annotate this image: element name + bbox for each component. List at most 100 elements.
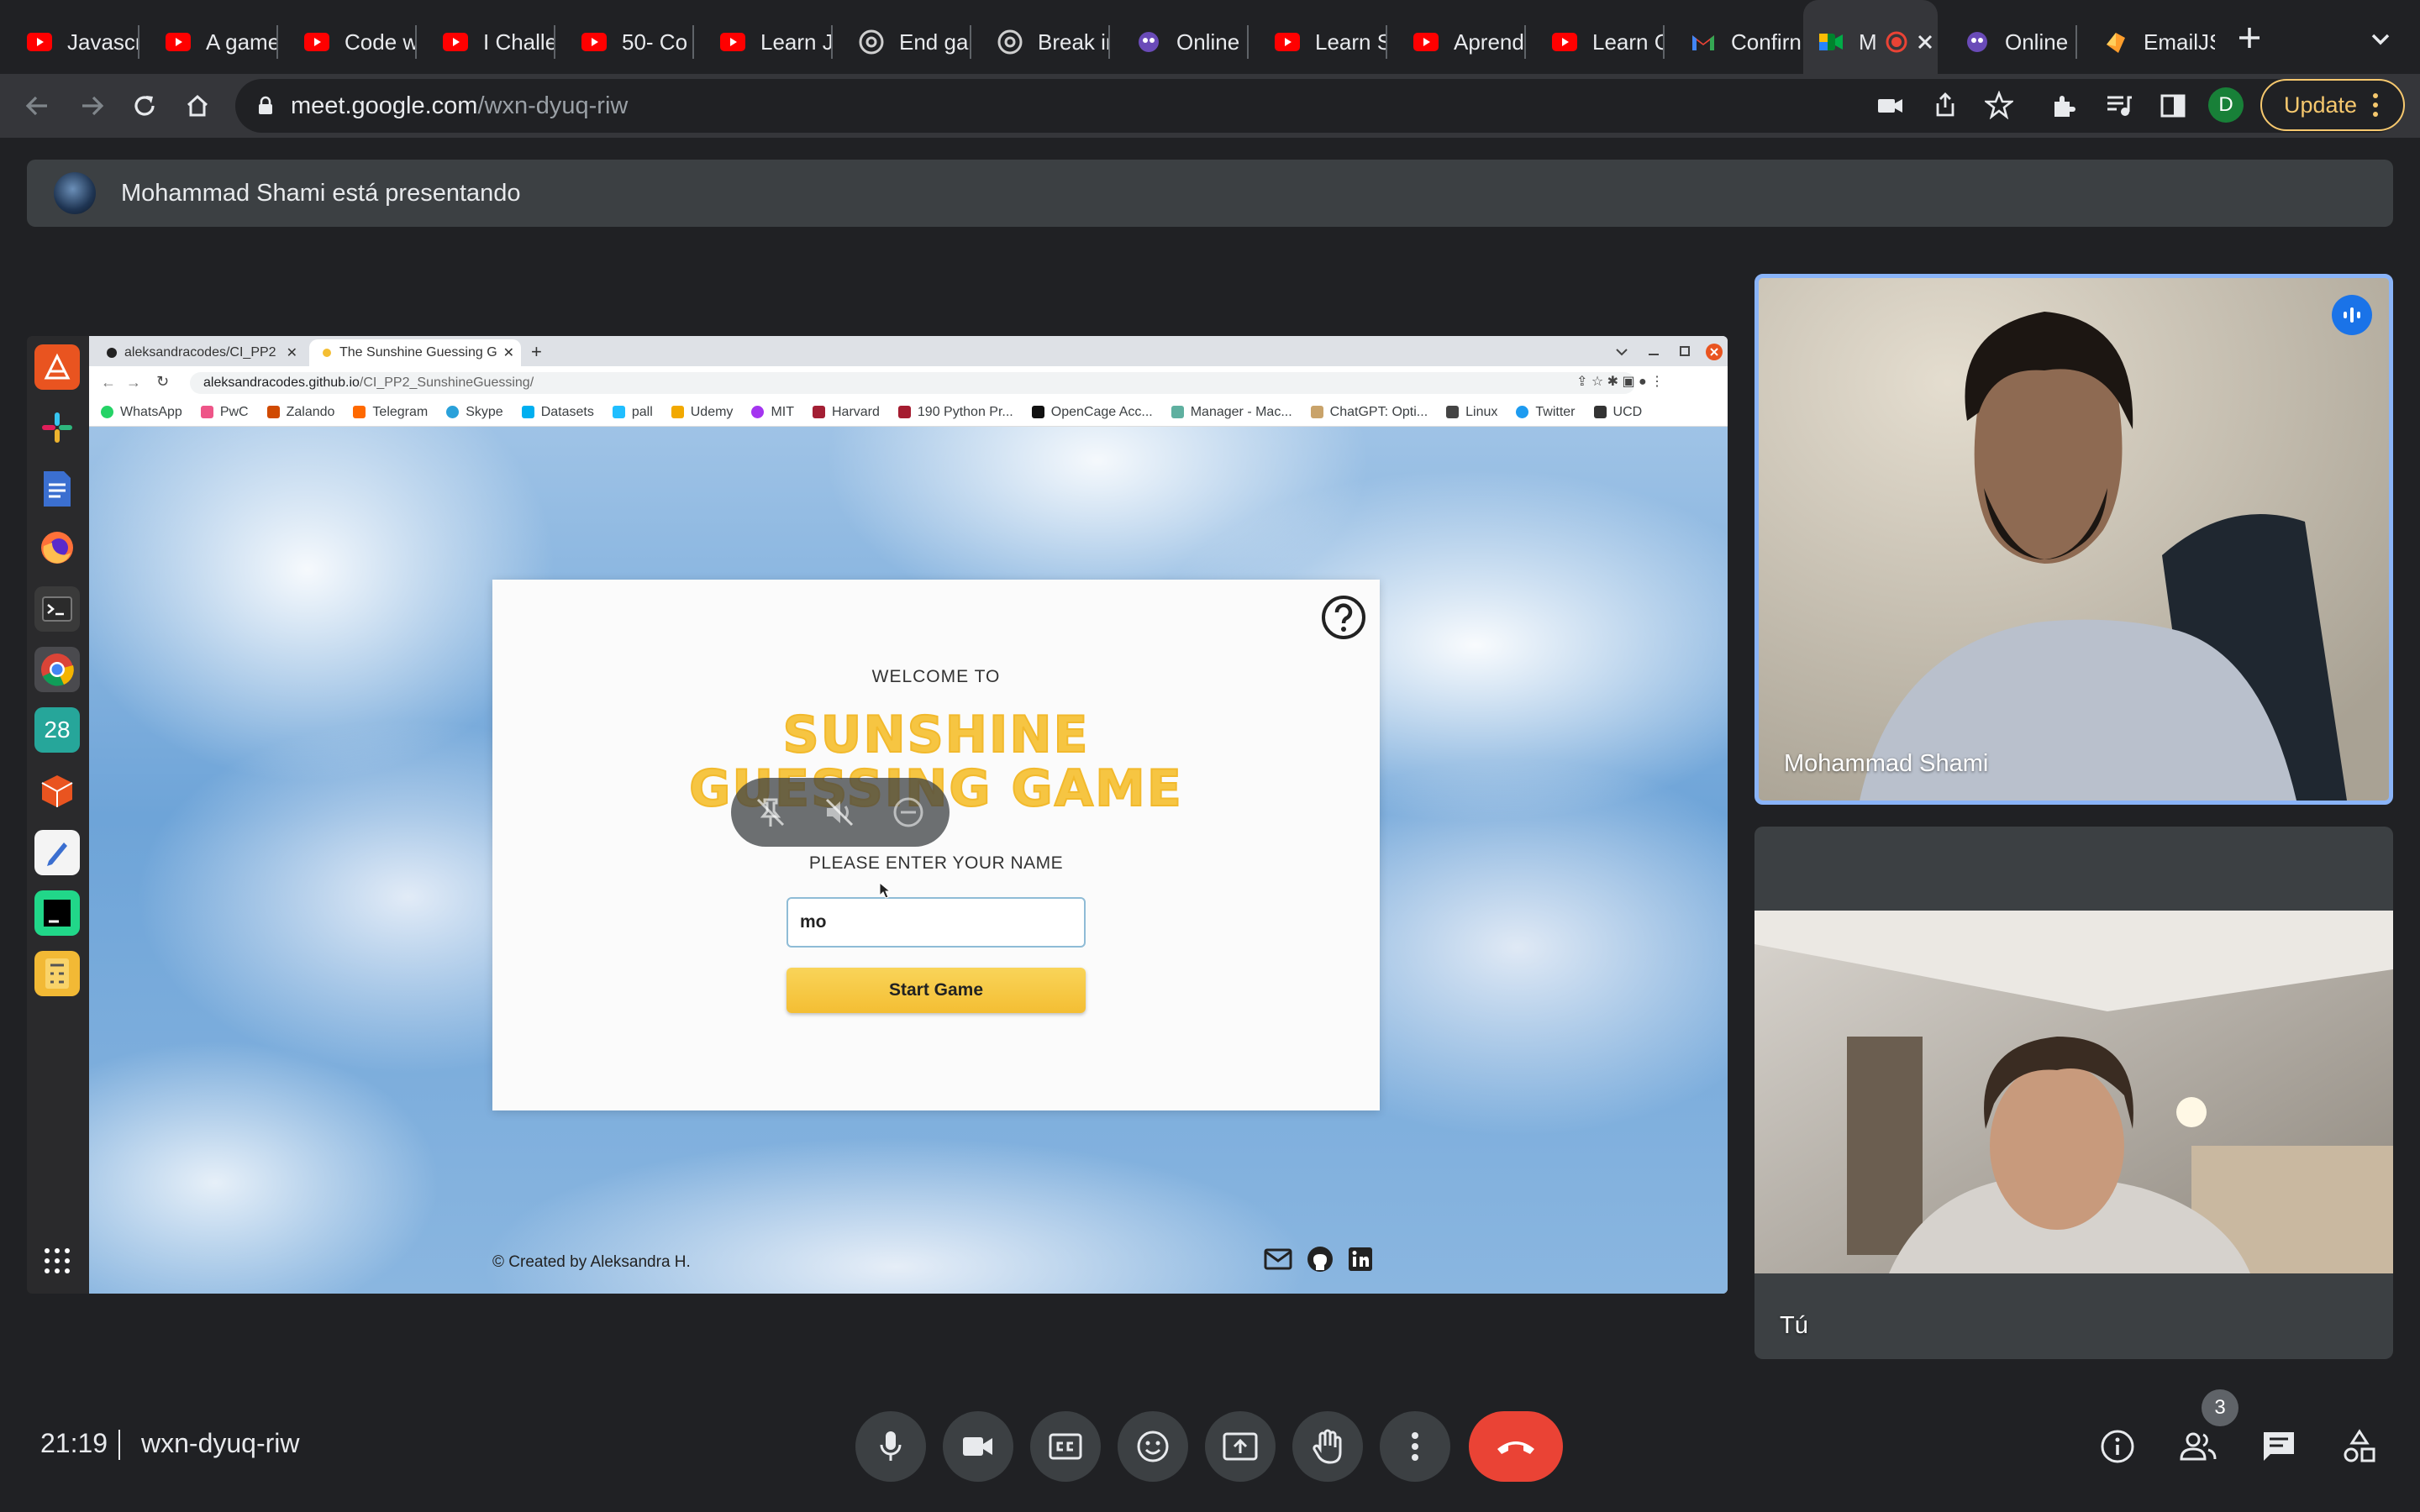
tab-label: Javascr: [67, 29, 139, 55]
globe-icon: [1136, 29, 1161, 55]
browser-tab-strip: Javascr A game Code w I Challe 50- Co Le…: [0, 0, 2420, 84]
browser-tab[interactable]: Aprend: [1386, 0, 1525, 84]
browser-tab[interactable]: Confirn: [1664, 0, 1802, 84]
youtube-icon: [1552, 29, 1577, 55]
text-editor-icon: [34, 830, 80, 875]
hand-icon: [1312, 1429, 1344, 1464]
meet-icon: [1818, 29, 1844, 55]
activities-button[interactable]: [2333, 1420, 2386, 1473]
remove-participant-icon[interactable]: [891, 795, 926, 830]
present-screen-button[interactable]: [1205, 1411, 1276, 1482]
camera-blocked-icon[interactable]: [1876, 92, 1906, 119]
linkedin-icon: [1348, 1247, 1373, 1272]
tab-label: Confirn: [1731, 29, 1802, 55]
browser-tab[interactable]: I Challe: [416, 0, 555, 84]
participant-controls-overlay[interactable]: [731, 778, 950, 847]
side-panel-icon[interactable]: [2153, 86, 2193, 126]
game-card: WELCOME TO SUNSHINE GUESSING GAME PLEASE…: [492, 580, 1380, 1110]
forward-icon[interactable]: [72, 86, 113, 126]
envelope-icon: [1264, 1247, 1292, 1272]
calculator-icon: [34, 951, 80, 996]
update-button[interactable]: Update: [2260, 79, 2405, 131]
more-vert-icon: [1411, 1431, 1419, 1462]
captions-button[interactable]: [1030, 1411, 1101, 1482]
browser-tab[interactable]: Javascr: [0, 0, 139, 84]
pin-off-icon[interactable]: [753, 795, 788, 830]
reactions-button[interactable]: [1118, 1411, 1188, 1482]
raise-hand-button[interactable]: [1292, 1411, 1363, 1482]
camera-button[interactable]: [943, 1411, 1013, 1482]
back-icon[interactable]: [17, 86, 57, 126]
people-icon: [2179, 1431, 2217, 1462]
browser-tab[interactable]: End gar: [832, 0, 971, 84]
browser-tab[interactable]: Learn S: [1248, 0, 1386, 84]
inner-tab-label: The Sunshine Guessing G: [339, 345, 497, 360]
home-icon[interactable]: [177, 86, 218, 126]
tab-label: I Challe: [483, 29, 555, 55]
youtube-icon: [27, 29, 52, 55]
activities-icon: [2342, 1429, 2377, 1464]
chat-button[interactable]: [2252, 1420, 2306, 1473]
tab-label: 50- Co: [622, 29, 688, 55]
speaking-indicator-icon: [2332, 295, 2372, 335]
terminal-icon: [34, 586, 80, 632]
emailjs-icon: [2103, 29, 2128, 55]
tab-label: End gar: [899, 29, 971, 55]
lock-icon[interactable]: [257, 96, 274, 116]
divider: [118, 1430, 120, 1460]
inner-tab-label: aleksandracodes/CI_PP2: [124, 345, 276, 360]
bookmark: Harvard: [812, 405, 880, 420]
bookmark: Zalando: [266, 405, 334, 420]
browser-tab-active[interactable]: M: [1803, 0, 1938, 84]
leave-call-button[interactable]: [1469, 1411, 1563, 1482]
media-control-icon[interactable]: [2099, 86, 2139, 126]
chat-icon: [2261, 1430, 2296, 1463]
browser-tab[interactable]: Online: [1938, 0, 2076, 84]
youtube-icon: [1413, 29, 1439, 55]
gmail-icon: [1691, 29, 1716, 55]
extensions-icon[interactable]: [2044, 86, 2084, 126]
share-icon[interactable]: [1933, 91, 1958, 119]
mute-participant-icon[interactable]: [822, 795, 857, 830]
participant-tile-self[interactable]: Tú: [1754, 827, 2393, 1359]
new-tab-icon[interactable]: [2235, 24, 2264, 52]
youtube-icon: [720, 29, 745, 55]
microphone-button[interactable]: [855, 1411, 926, 1482]
browser-tab[interactable]: Learn C: [1525, 0, 1664, 84]
browser-tab[interactable]: Online (: [1109, 0, 1248, 84]
browser-tab[interactable]: Code w: [277, 0, 416, 84]
participant-tile-speaking[interactable]: Mohammad Shami: [1754, 274, 2393, 805]
browser-tab[interactable]: Break ir: [971, 0, 1109, 84]
meeting-details-button[interactable]: [2091, 1420, 2144, 1473]
globe-icon: [1965, 29, 1990, 55]
bookmark: Linux: [1446, 405, 1497, 420]
inner-url-host: aleksandracodes.github.io: [203, 375, 360, 390]
close-tab-icon[interactable]: [1916, 33, 1934, 51]
people-button[interactable]: [2171, 1420, 2225, 1473]
bookmark: pall: [612, 405, 653, 420]
inner-window-controls: [1615, 343, 1724, 361]
profile-avatar[interactable]: D: [2208, 87, 2244, 123]
name-input: [786, 897, 1086, 948]
chrome-icon: [34, 647, 80, 692]
self-video: [1754, 911, 2393, 1273]
inner-tab-active: The Sunshine Guessing G ✕: [309, 339, 521, 366]
bookmark-star-icon[interactable]: [1985, 91, 2013, 119]
inner-new-tab-icon: +: [531, 341, 542, 362]
browser-tab[interactable]: EmailJS: [2076, 0, 2215, 84]
browser-tab[interactable]: Learn J: [693, 0, 832, 84]
browser-tab[interactable]: A game: [139, 0, 277, 84]
bookmark: WhatsApp: [101, 405, 182, 420]
github-icon: [1306, 1245, 1334, 1273]
bookmark: PwC: [200, 405, 249, 420]
bookmark: Udemy: [671, 405, 733, 420]
inner-toolbar-icons: ⇪ ☆ ✱ ▣ ● ⋮: [1576, 375, 1665, 389]
url-path: /wxn-dyuq-riw: [477, 92, 629, 119]
reload-icon[interactable]: [124, 86, 165, 126]
more-options-button[interactable]: [1380, 1411, 1450, 1482]
tab-label: M: [1859, 29, 1877, 55]
youtube-icon: [166, 29, 191, 55]
browser-tab[interactable]: 50- Co: [555, 0, 693, 84]
tab-search-icon[interactable]: [2368, 29, 2393, 49]
update-label: Update: [2284, 92, 2358, 118]
